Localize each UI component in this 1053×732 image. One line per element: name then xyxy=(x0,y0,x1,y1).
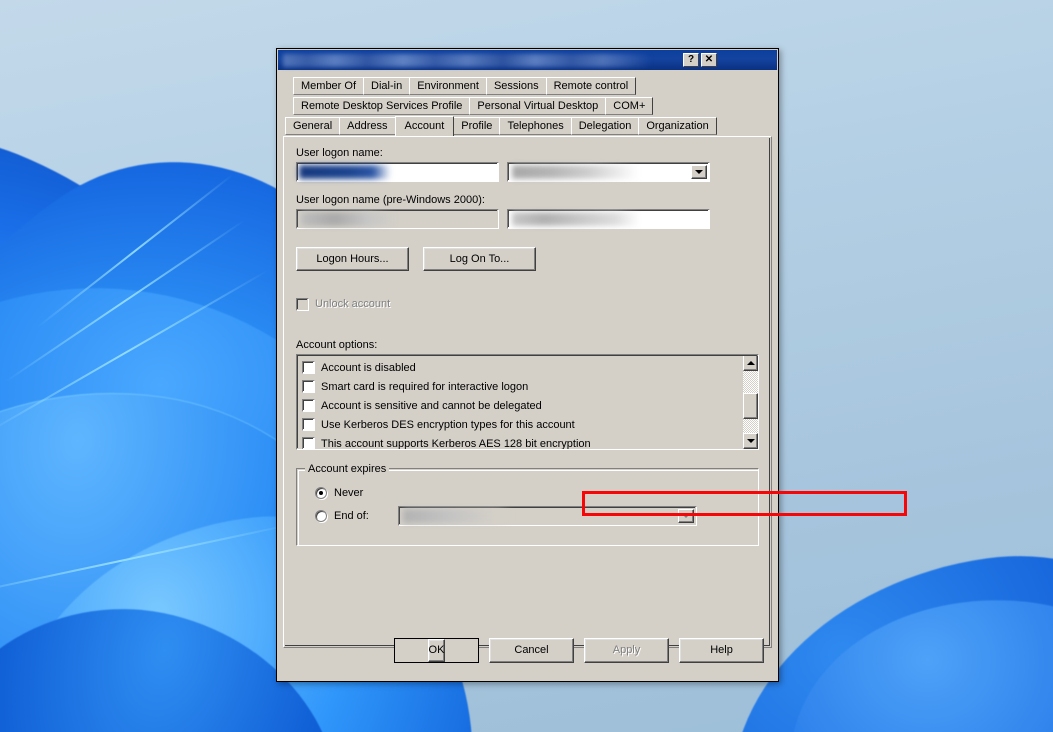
account-tab-panel: User logon name: User logon name (pre-Wi… xyxy=(283,136,772,648)
scrollbar-track[interactable] xyxy=(743,371,758,433)
pre-windows-name-value-redacted xyxy=(512,212,640,226)
account-properties-dialog: ? ✕ Member Of Dial-in Environment Sessio… xyxy=(276,48,907,682)
unlock-account-checkbox xyxy=(296,297,309,311)
help-button[interactable]: Help xyxy=(679,637,764,663)
user-logon-name-input[interactable] xyxy=(296,162,499,182)
scrollbar-thumb[interactable] xyxy=(743,393,758,419)
chevron-down-icon[interactable] xyxy=(691,165,707,179)
account-option-label: Use Kerberos DES encryption types for th… xyxy=(321,418,575,431)
account-options-label: Account options: xyxy=(296,339,378,351)
radio-end-of[interactable] xyxy=(315,510,327,522)
tab-com-plus[interactable]: COM+ xyxy=(605,97,654,115)
ok-button-label: OK xyxy=(427,638,446,662)
user-logon-domain-combo[interactable] xyxy=(507,162,710,182)
pre-windows-2000-label: User logon name (pre-Windows 2000): xyxy=(296,194,485,206)
account-option-label: Account is sensitive and cannot be deleg… xyxy=(321,399,542,412)
tab-row-2: Remote Desktop Services Profile Personal… xyxy=(283,96,772,115)
account-expires-legend: Account expires xyxy=(305,463,390,475)
account-options-scrollbar[interactable] xyxy=(742,355,758,449)
account-options-items: Account is disabled Smart card is requir… xyxy=(297,355,742,449)
end-of-label: End of: xyxy=(334,510,369,522)
account-expires-group: Account expires Never End of: xyxy=(296,463,759,546)
log-on-to-button[interactable]: Log On To... xyxy=(423,247,536,271)
tab-organization[interactable]: Organization xyxy=(638,117,717,135)
account-expires-end-of-row[interactable]: End of: xyxy=(315,506,748,526)
pre-windows-name-input[interactable] xyxy=(507,209,710,229)
apply-button: Apply xyxy=(584,637,669,663)
scroll-down-icon[interactable] xyxy=(743,433,758,449)
list-item[interactable]: Account is disabled xyxy=(302,358,742,377)
list-item[interactable]: Use Kerberos DES encryption types for th… xyxy=(302,415,742,434)
tab-general[interactable]: General xyxy=(285,117,341,135)
account-option-label: Smart card is required for interactive l… xyxy=(321,380,529,393)
pre-windows-2000-row xyxy=(296,209,759,229)
account-option-label: This account supports Kerberos AES 128 b… xyxy=(321,437,591,450)
user-logon-name-label: User logon name: xyxy=(296,147,383,159)
logon-buttons-row: Logon Hours... Log On To... xyxy=(296,247,759,271)
help-icon[interactable]: ? xyxy=(683,53,699,67)
end-of-date-value-redacted xyxy=(402,509,513,523)
tab-profile[interactable]: Profile xyxy=(453,117,501,135)
account-expires-never-row[interactable]: Never xyxy=(315,483,748,503)
tab-personal-virtual-desktop[interactable]: Personal Virtual Desktop xyxy=(469,97,607,115)
title-bar-buttons: ? ✕ xyxy=(683,53,717,67)
tab-remote-desktop-services-profile[interactable]: Remote Desktop Services Profile xyxy=(293,97,471,115)
scroll-up-icon[interactable] xyxy=(743,355,758,371)
pre-windows-domain-value-redacted xyxy=(301,212,397,226)
account-option-checkbox[interactable] xyxy=(302,437,315,449)
user-logon-name-value-redacted xyxy=(299,165,391,179)
tab-member-of[interactable]: Member Of xyxy=(293,77,365,95)
tab-dial-in[interactable]: Dial-in xyxy=(363,77,411,95)
tab-sessions[interactable]: Sessions xyxy=(485,77,547,95)
account-option-checkbox[interactable] xyxy=(302,399,315,412)
unlock-account-label: Unlock account xyxy=(315,298,391,310)
tab-account[interactable]: Account xyxy=(394,116,455,136)
window-title-redacted xyxy=(283,53,683,67)
account-option-label: Account is disabled xyxy=(321,361,416,374)
cancel-button[interactable]: Cancel xyxy=(489,637,574,663)
tab-remote-control[interactable]: Remote control xyxy=(545,77,637,95)
tab-delegation[interactable]: Delegation xyxy=(570,117,640,135)
unlock-account-checkbox-row: Unlock account xyxy=(296,295,759,313)
pre-windows-domain-input[interactable] xyxy=(296,209,499,229)
tab-address[interactable]: Address xyxy=(339,117,396,135)
end-of-date-picker xyxy=(397,506,697,526)
never-label: Never xyxy=(334,487,364,499)
dialog-body: Member Of Dial-in Environment Sessions R… xyxy=(277,71,778,648)
account-options-listbox[interactable]: Account is disabled Smart card is requir… xyxy=(296,354,759,450)
chevron-down-icon xyxy=(677,509,694,523)
tab-telephones[interactable]: Telephones xyxy=(499,117,572,135)
dialog-footer: OK Cancel Apply Help xyxy=(277,633,778,681)
list-item[interactable]: Account is sensitive and cannot be deleg… xyxy=(302,396,742,415)
title-bar[interactable]: ? ✕ xyxy=(278,50,777,70)
user-logon-name-row xyxy=(296,162,759,182)
ok-button[interactable]: OK xyxy=(394,637,479,663)
tab-environment[interactable]: Environment xyxy=(409,77,487,95)
radio-never[interactable] xyxy=(315,487,327,499)
user-logon-domain-value-redacted xyxy=(512,165,638,179)
account-option-checkbox[interactable] xyxy=(302,418,315,431)
list-item[interactable]: Smart card is required for interactive l… xyxy=(302,377,742,396)
tab-row-3: General Address Account Profile Telephon… xyxy=(283,116,772,136)
close-icon[interactable]: ✕ xyxy=(701,53,717,67)
logon-hours-button[interactable]: Logon Hours... xyxy=(296,247,409,271)
list-item[interactable]: This account supports Kerberos AES 128 b… xyxy=(302,434,742,450)
account-option-checkbox[interactable] xyxy=(302,380,315,393)
tab-row-1: Member Of Dial-in Environment Sessions R… xyxy=(283,76,772,95)
account-option-checkbox[interactable] xyxy=(302,361,315,374)
